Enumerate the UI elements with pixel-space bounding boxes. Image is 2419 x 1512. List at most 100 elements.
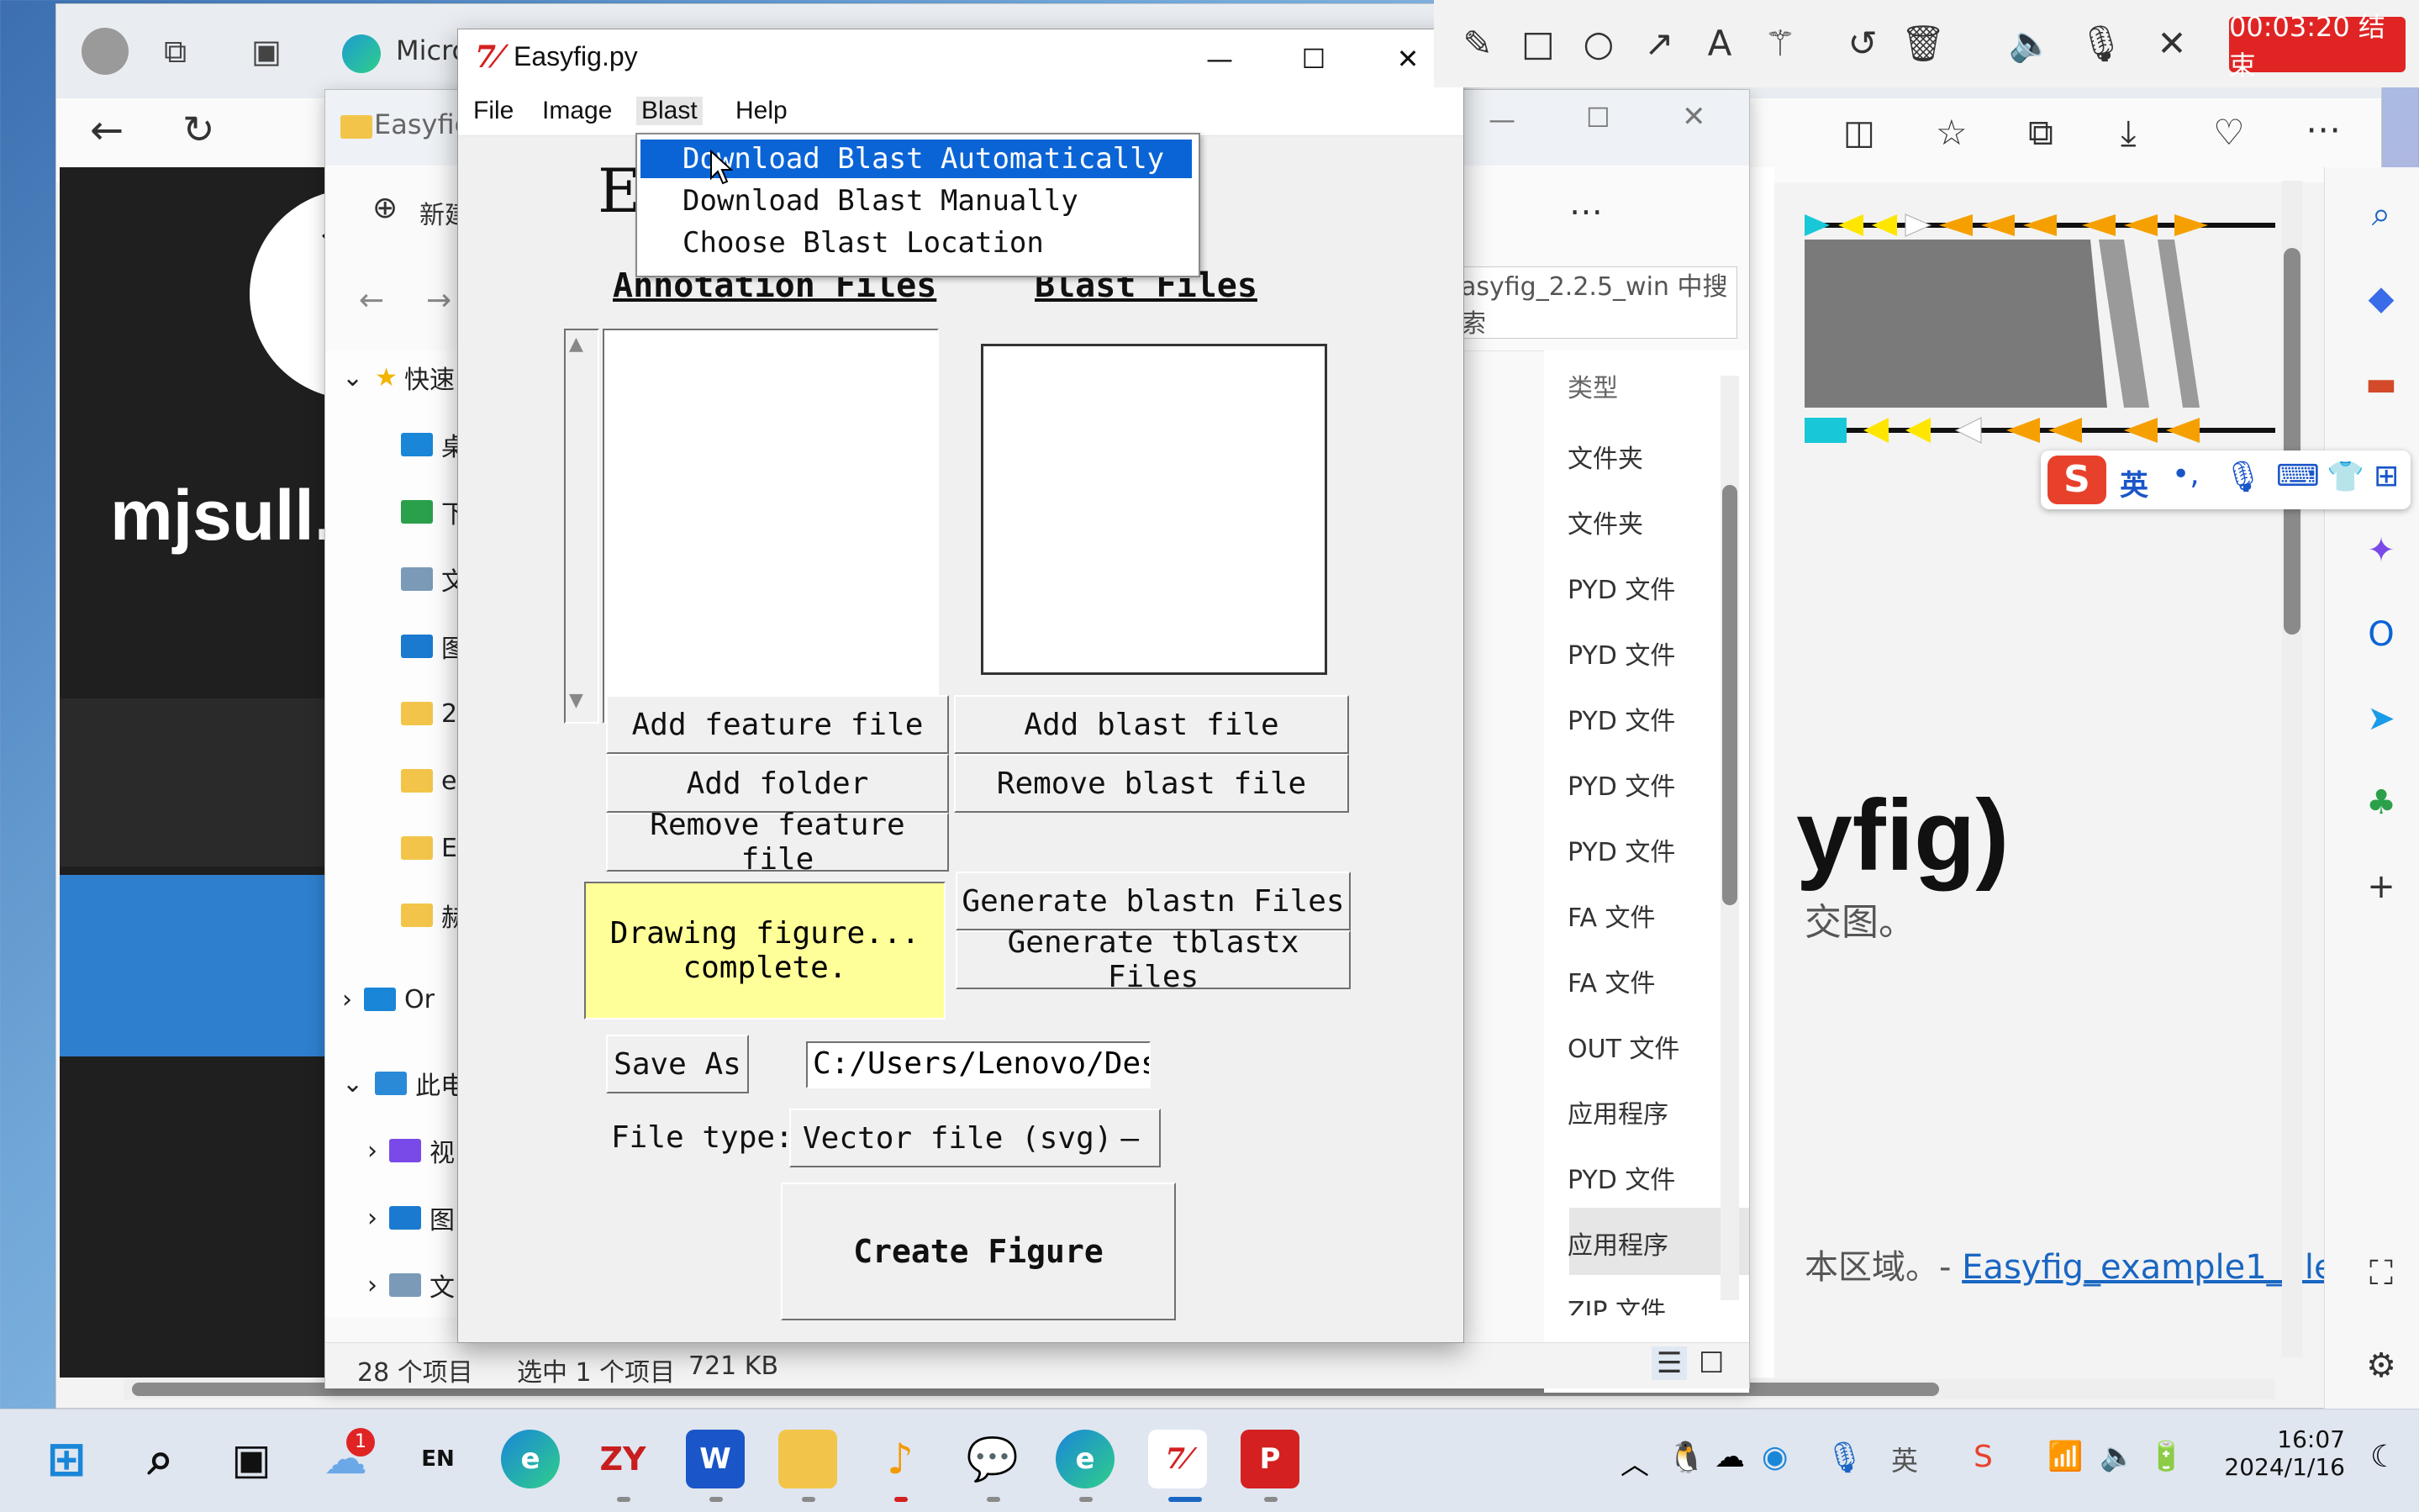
more-menu-icon[interactable]: ⋯ bbox=[2306, 108, 2341, 150]
new-plus-icon[interactable]: ⊕ bbox=[372, 191, 398, 225]
file-explorer-icon[interactable] bbox=[778, 1430, 837, 1488]
toolbox-grid-icon[interactable]: ⊞ bbox=[2374, 459, 2399, 493]
speaker-icon[interactable]: 🔈 bbox=[2007, 20, 2054, 67]
rectangle-icon[interactable]: □ bbox=[1515, 20, 1562, 67]
qq-icon[interactable]: 🐧 bbox=[1668, 1440, 1705, 1475]
scroll-up-arrow-icon[interactable]: ▲ bbox=[569, 334, 583, 355]
pen-icon[interactable]: ✎ bbox=[1454, 20, 1501, 67]
maximize-icon[interactable]: ☐ bbox=[1586, 102, 1610, 134]
settings-gear-icon[interactable]: ⚙ bbox=[2356, 1341, 2406, 1391]
undo-icon[interactable]: ↺ bbox=[1839, 20, 1886, 67]
tab-actions-icon[interactable]: ▣ bbox=[251, 33, 282, 70]
zy-app-icon[interactable]: ZY bbox=[593, 1430, 652, 1488]
voice-icon[interactable]: 🎙 bbox=[2224, 459, 2263, 494]
keyboard-icon[interactable]: ⌨ bbox=[2276, 459, 2320, 493]
type-column-header[interactable]: 类型 bbox=[1568, 367, 1618, 404]
task-view-icon[interactable]: ▣ bbox=[222, 1430, 281, 1488]
minimize-icon[interactable]: — bbox=[1489, 103, 1515, 135]
skin-shirt-icon[interactable]: 👕 bbox=[2327, 459, 2364, 494]
profile-avatar-icon[interactable] bbox=[82, 28, 129, 75]
menu-item-choose-blast-location[interactable]: Choose Blast Location bbox=[640, 224, 1192, 262]
downloads-icon[interactable]: ⤓ bbox=[2121, 112, 2137, 154]
cloud-sync-icon[interactable]: ☁ bbox=[1715, 1440, 1745, 1474]
tree-item[interactable]: › 文 bbox=[367, 1258, 455, 1312]
more-options-icon[interactable]: ⋯ bbox=[1569, 192, 1603, 231]
tree-icon[interactable]: ♣ bbox=[2356, 777, 2406, 828]
favorites-icon[interactable]: ☆ bbox=[1936, 112, 1968, 153]
remove-feature-file-button[interactable]: Remove feature file bbox=[606, 808, 949, 877]
tree-item-this-pc[interactable]: ⌄ 此电 bbox=[342, 1056, 466, 1110]
outlook-icon[interactable]: O bbox=[2356, 609, 2406, 660]
back-arrow-icon[interactable]: ← bbox=[359, 283, 384, 318]
ime-language[interactable]: 英 bbox=[2120, 462, 2148, 503]
annotation-files-list[interactable] bbox=[603, 329, 939, 724]
wechat-icon[interactable]: 💬 bbox=[963, 1430, 1022, 1488]
app-tray-icon[interactable]: ◉ bbox=[1762, 1440, 1788, 1474]
notifications-moon-icon[interactable]: ☾ bbox=[2370, 1440, 2397, 1474]
forward-arrow-icon[interactable]: → bbox=[426, 283, 451, 318]
punctuation-icon[interactable]: •, bbox=[2172, 457, 2200, 492]
tree-item[interactable]: › 图 bbox=[367, 1191, 455, 1245]
screenshot-icon[interactable]: ⛶ bbox=[2356, 1248, 2406, 1299]
add-blast-file-button[interactable]: Add blast file bbox=[954, 695, 1349, 754]
send-icon[interactable]: ➤ bbox=[2356, 693, 2406, 744]
maximize-icon[interactable]: ☐ bbox=[1289, 38, 1339, 80]
text-icon[interactable]: A bbox=[1696, 20, 1743, 67]
pdf-reader-icon[interactable]: P bbox=[1241, 1430, 1299, 1488]
remove-blast-file-button[interactable]: Remove blast file bbox=[954, 754, 1349, 813]
page-scrollbar[interactable] bbox=[2282, 181, 2302, 1357]
edge-icon[interactable]: e bbox=[501, 1430, 560, 1488]
sogou-tray-icon[interactable]: S bbox=[1974, 1440, 1993, 1474]
edge-icon[interactable]: e bbox=[1056, 1430, 1115, 1488]
back-arrow-icon[interactable]: ← bbox=[90, 107, 124, 154]
generate-tblastx-files-button[interactable]: Generate tblastx Files bbox=[956, 925, 1351, 994]
collections-add-icon[interactable]: ⧉ bbox=[2028, 112, 2053, 154]
search-icon[interactable]: ⌕ bbox=[2356, 189, 2406, 240]
tiles-view-icon[interactable]: ☐ bbox=[1699, 1346, 1724, 1380]
tree-item[interactable]: › 视 bbox=[367, 1124, 455, 1177]
add-feature-file-button[interactable]: Add feature file bbox=[606, 695, 949, 754]
start-windows-icon[interactable]: ⊞ bbox=[37, 1430, 96, 1488]
wifi-icon[interactable]: 📶 bbox=[2047, 1440, 2083, 1473]
add-icon[interactable]: + bbox=[2356, 861, 2406, 912]
tree-item[interactable]: e bbox=[401, 754, 456, 808]
health-icon[interactable]: ♡ bbox=[2213, 112, 2245, 153]
tree-item-quick-access[interactable]: ⌄ ★ 快速 bbox=[342, 350, 455, 404]
tray-chevron-up-icon[interactable]: ︿ bbox=[1621, 1441, 1649, 1483]
page-scrollbar-thumb[interactable] bbox=[2284, 248, 2300, 635]
split-screen-icon[interactable]: ◫ bbox=[1843, 113, 1875, 152]
arrow-icon[interactable]: ↗ bbox=[1636, 20, 1683, 67]
add-folder-button[interactable]: Add folder bbox=[606, 754, 949, 813]
microphone-icon[interactable]: 🎙 bbox=[2078, 20, 2125, 67]
menu-file[interactable]: File bbox=[468, 97, 519, 125]
ime-tray-icon[interactable]: 英 bbox=[1891, 1440, 1918, 1478]
volume-icon[interactable]: 🔈 bbox=[2100, 1440, 2135, 1473]
close-icon[interactable]: ✕ bbox=[1383, 38, 1433, 80]
language-en-icon[interactable]: EN bbox=[408, 1430, 467, 1488]
battery-icon[interactable]: 🔋 bbox=[2148, 1440, 2184, 1473]
taskbar-clock[interactable]: 16:07 2024/1/16 bbox=[2219, 1425, 2345, 1481]
generate-blastn-files-button[interactable]: Generate blastn Files bbox=[956, 872, 1351, 930]
sogou-logo-icon[interactable]: S bbox=[2047, 456, 2106, 504]
save-as-button[interactable]: Save As bbox=[606, 1035, 749, 1093]
shopping-tag-icon[interactable]: ◆ bbox=[2356, 273, 2406, 324]
search-icon[interactable]: ⌕ bbox=[131, 1430, 190, 1488]
menu-help[interactable]: Help bbox=[730, 97, 793, 125]
scroll-down-arrow-icon[interactable]: ▼ bbox=[569, 690, 583, 711]
tools-icon[interactable]: ▬ bbox=[2356, 359, 2406, 409]
microphone-icon[interactable]: 🎙 bbox=[1826, 1440, 1864, 1475]
tree-item-onedrive[interactable]: › Or bbox=[342, 972, 435, 1026]
circle-icon[interactable]: ○ bbox=[1575, 20, 1622, 67]
file-list-scrollbar[interactable] bbox=[1721, 376, 1739, 1300]
tree-item[interactable]: 2 bbox=[401, 687, 457, 740]
annotation-list-scrollbar[interactable]: ▲ ▼ bbox=[564, 329, 599, 724]
blast-files-list[interactable] bbox=[981, 344, 1327, 675]
details-view-icon[interactable]: ☰ bbox=[1652, 1346, 1688, 1380]
save-path-input[interactable]: C:/Users/Lenovo/Desk bbox=[806, 1041, 1151, 1088]
explorer-search-input[interactable]: asyfig_2.2.5_win 中搜索 bbox=[1452, 266, 1737, 339]
word-icon[interactable]: W bbox=[686, 1430, 745, 1488]
tree-item[interactable]: E bbox=[401, 821, 457, 875]
collections-icon[interactable]: ⧉ bbox=[164, 33, 187, 71]
magic-wand-icon[interactable]: ⚚ bbox=[1757, 20, 1804, 67]
menu-image[interactable]: Image bbox=[537, 97, 617, 125]
